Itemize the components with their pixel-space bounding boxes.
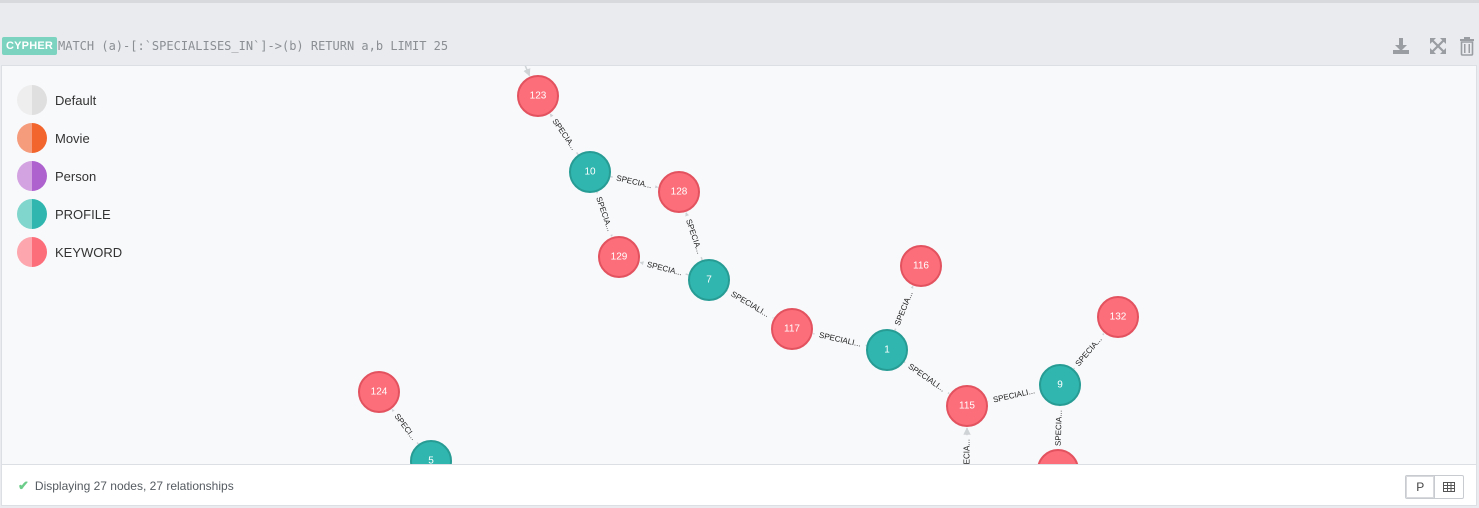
relationship-label: SPECIA...	[550, 117, 578, 152]
keyword-node[interactable]: 128	[658, 171, 700, 213]
legend: Default Movie Person PROFILE KEYWORD	[17, 81, 122, 271]
legend-label: KEYWORD	[55, 244, 123, 260]
legend-swatch	[17, 237, 47, 267]
expand-icon	[1430, 38, 1446, 54]
keyword-node[interactable]: 132	[1097, 296, 1139, 338]
relationship-label: SPECIA...	[1054, 410, 1064, 446]
keyword-node[interactable]	[1037, 449, 1079, 465]
node-label: 9	[1057, 380, 1063, 391]
status-bar: ✔ Displaying 27 nodes, 27 relationships	[18, 478, 234, 494]
trash-icon	[1460, 37, 1474, 56]
legend-swatch	[17, 85, 47, 115]
node-label: 1	[884, 345, 890, 356]
query-header: CYPHER MATCH (a)-[:`SPECIALISES_IN`]->(b…	[0, 3, 1479, 65]
relationship-line[interactable]	[522, 66, 531, 77]
node-label: 116	[913, 261, 929, 272]
profile-node[interactable]: 9	[1039, 364, 1081, 406]
legend-swatch	[17, 199, 47, 229]
keyword-node[interactable]: 116	[900, 245, 942, 287]
legend-swatch	[17, 123, 47, 153]
relationship-label: SPECIA...	[594, 196, 614, 233]
delete-button[interactable]	[1456, 35, 1478, 57]
graph-view-label: P	[1416, 480, 1425, 494]
legend-label: PROFILE	[55, 206, 111, 222]
table-view-button[interactable]	[1434, 476, 1463, 498]
graph-view-button[interactable]: P	[1406, 476, 1435, 498]
status-text: Displaying 27 nodes, 27 relationships	[34, 479, 234, 493]
download-button[interactable]	[1390, 35, 1412, 57]
relationship-label: SPECIA...	[615, 174, 652, 191]
node-label: 129	[611, 252, 628, 263]
keyword-node[interactable]: 129	[598, 236, 640, 278]
legend-item-profile[interactable]: PROFILE	[17, 195, 122, 233]
relationship-label: SPECIA...	[646, 260, 683, 278]
relationship-label: SPECI...	[392, 412, 418, 442]
table-icon	[1443, 482, 1456, 492]
keyword-node[interactable]: 123	[517, 75, 559, 117]
check-icon: ✔	[18, 478, 29, 493]
legend-label: Movie	[55, 130, 90, 146]
relationship-label: SPECIA...	[963, 439, 972, 465]
keyword-node[interactable]: 115	[946, 385, 988, 427]
relationship-label: SPECIALI...	[818, 331, 862, 349]
legend-item-keyword[interactable]: KEYWORD	[17, 233, 122, 271]
profile-node[interactable]: 10	[569, 151, 611, 193]
profile-node[interactable]: 7	[688, 259, 730, 301]
view-toggle: P	[1405, 475, 1464, 499]
node-label: 117	[784, 324, 800, 335]
legend-item-default[interactable]: Default	[17, 81, 122, 119]
profile-node[interactable]: 1	[866, 329, 908, 371]
node-label: 115	[959, 401, 975, 412]
node-label: 132	[1110, 312, 1127, 323]
legend-label: Default	[55, 92, 97, 108]
fullscreen-button[interactable]	[1427, 35, 1449, 57]
profile-node[interactable]: 5	[410, 440, 452, 466]
node-label: 7	[706, 275, 712, 286]
app-window: CYPHER MATCH (a)-[:`SPECIALISES_IN`]->(b…	[0, 0, 1479, 508]
relationship-label: SPECIALI...	[729, 290, 770, 319]
node-circle[interactable]	[1037, 449, 1079, 465]
keyword-node[interactable]: 124	[358, 371, 400, 413]
graph-panel[interactable]: SPECIA... SPECIA... SPECIA... SPECIA... SPEC…	[1, 65, 1477, 465]
relationship-label: SPECIALI...	[907, 362, 947, 394]
cypher-badge: CYPHER	[2, 37, 58, 55]
relationship-label: SPECIA...	[684, 218, 704, 255]
node-label: 128	[671, 187, 688, 198]
relationship-label: SPECIA...	[1074, 335, 1104, 368]
legend-label: Person	[55, 168, 97, 184]
legend-swatch	[17, 161, 47, 191]
relationship-label: SPECIALI...	[992, 386, 1036, 404]
node-label: 123	[530, 91, 547, 102]
download-icon	[1393, 38, 1409, 54]
query-text[interactable]: MATCH (a)-[:`SPECIALISES_IN`]->(b) RETUR…	[58, 36, 448, 56]
legend-item-person[interactable]: Person	[17, 157, 122, 195]
legend-item-movie[interactable]: Movie	[17, 119, 122, 157]
node-label: 124	[371, 387, 388, 398]
node-label: 5	[428, 456, 434, 466]
node-label: 10	[584, 167, 596, 178]
result-footer: ✔ Displaying 27 nodes, 27 relationships …	[1, 465, 1477, 506]
keyword-node[interactable]: 117	[771, 308, 813, 350]
graph-canvas[interactable]: SPECIA...SPECIA...SPECIA...SPECIA...SPEC…	[2, 66, 1477, 465]
